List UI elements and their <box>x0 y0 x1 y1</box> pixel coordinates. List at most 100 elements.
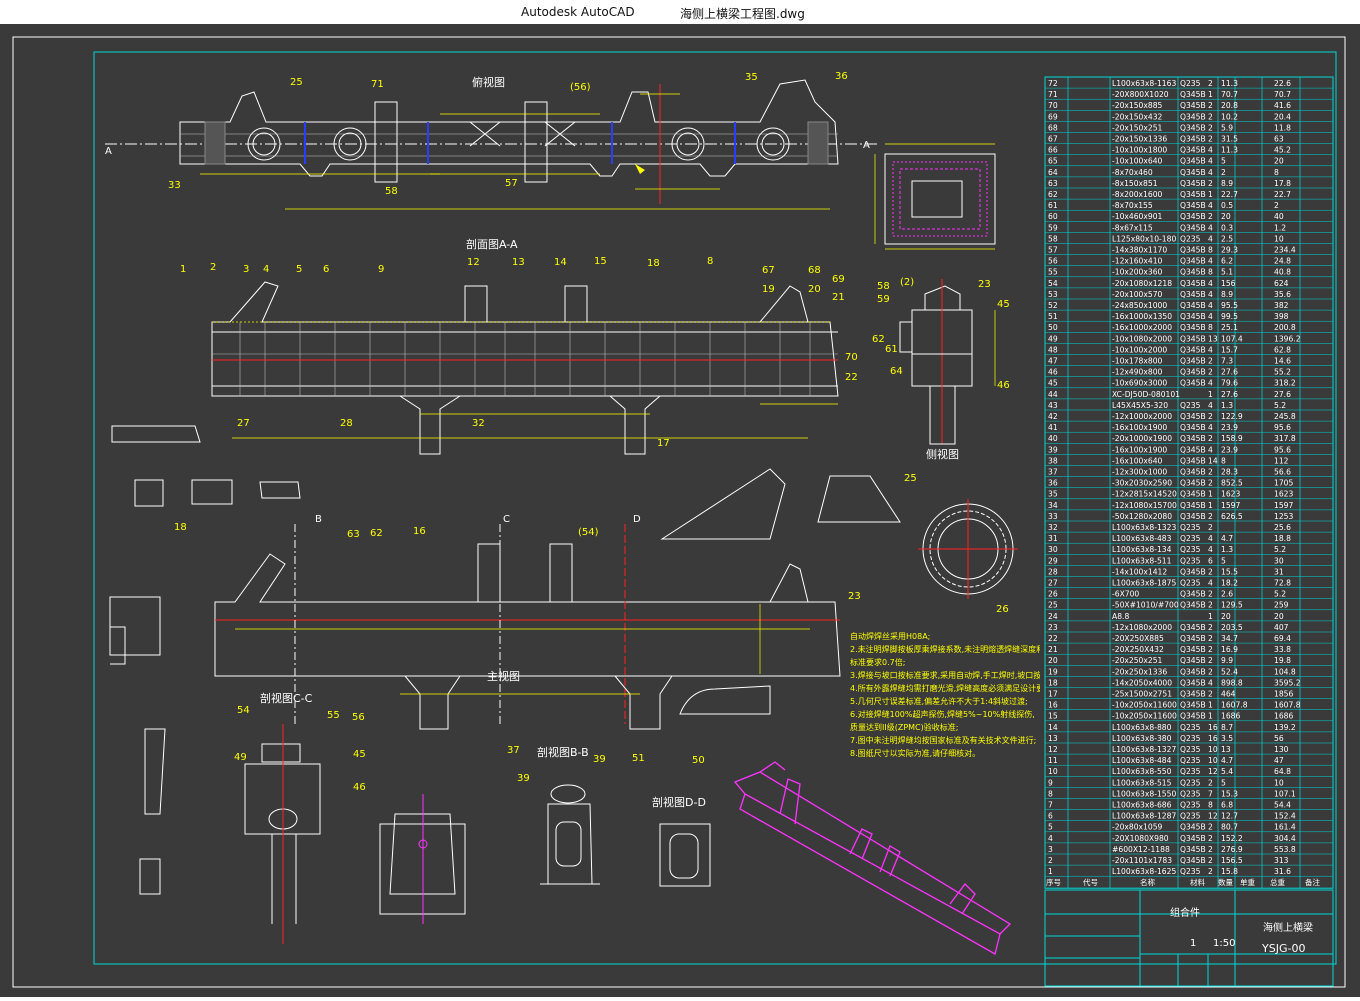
bom-cell: -16x100x1900 <box>1112 423 1167 432</box>
bom-cell: 382 <box>1274 301 1289 310</box>
bom-cell: 52 <box>1048 301 1058 310</box>
bom-cell: 69 <box>1048 112 1058 121</box>
bom-cell: 2 <box>1208 645 1213 654</box>
bom-cell: Q345B <box>1180 834 1206 843</box>
bom-cell: Q345B <box>1180 90 1206 99</box>
bom-cell: -8x70x460 <box>1112 168 1153 177</box>
bom-cell: 64.8 <box>1274 767 1291 776</box>
bom-cell: 7.3 <box>1221 357 1233 366</box>
bom-cell: 2 <box>1208 601 1213 610</box>
bom-cell: Q345B <box>1180 823 1206 832</box>
bom-cell: 8.9 <box>1221 179 1233 188</box>
bom-cell: 27.6 <box>1221 390 1238 399</box>
bom-cell: 1396.2 <box>1274 334 1301 343</box>
bom-cell: -16x1000x1350 <box>1112 312 1172 321</box>
bom-cell: -12x1080x15700 <box>1112 501 1177 510</box>
bom-cell: 107.4 <box>1221 334 1243 343</box>
bom-cell: 553.8 <box>1274 845 1296 854</box>
bom-cell: 60 <box>1048 212 1058 221</box>
bom-cell: L100x63x8-1550 <box>1112 789 1176 798</box>
bom-cell: Q235 <box>1180 79 1201 88</box>
bom-cell: 304.4 <box>1274 834 1296 843</box>
bom-cell: 1623 <box>1274 490 1293 499</box>
bom-cell: 31.6 <box>1274 867 1291 876</box>
bom-cell: 2 <box>1208 778 1213 787</box>
bom-cell: 33.8 <box>1274 645 1291 654</box>
bom-cell: 45.2 <box>1274 146 1291 155</box>
bom-cell: 4 <box>1208 146 1213 155</box>
bom-cell: 37 <box>1048 468 1058 477</box>
bom-cell: 1 <box>1208 612 1213 621</box>
bom-cell: 70.7 <box>1274 90 1291 99</box>
bom-cell: 19 <box>1048 667 1058 676</box>
bom-cell: 130 <box>1274 745 1289 754</box>
bom-cell: 3.5 <box>1221 734 1233 743</box>
bom-cell: -12x300x1000 <box>1112 468 1167 477</box>
bom-cell: -10x690x3000 <box>1112 379 1167 388</box>
bom-cell: 64 <box>1048 168 1058 177</box>
bom-cell: 2 <box>1221 168 1226 177</box>
section-dd-view <box>659 823 711 887</box>
bom-cell: -20x1000x1900 <box>1112 434 1172 443</box>
bom-cell: 2 <box>1208 101 1213 110</box>
bom-cell: 34 <box>1048 501 1058 510</box>
bom-cell: 12 <box>1208 812 1218 821</box>
bom-cell: 65 <box>1048 157 1058 166</box>
window-titlebar: Autodesk AutoCAD 海侧上横梁工程图.dwg <box>0 0 1360 24</box>
bom-cell: Q345B <box>1180 301 1206 310</box>
bom-cell: L100x63x8-550 <box>1112 767 1172 776</box>
bom-cell: 36 <box>1048 479 1058 488</box>
bom-cell: 2 <box>1208 590 1213 599</box>
bom-cell: -30x2030x2590 <box>1112 479 1172 488</box>
bom-cell: 2 <box>1208 123 1213 132</box>
bom-cell: 56.6 <box>1274 468 1291 477</box>
bom-cell: Q235 <box>1180 745 1201 754</box>
bom-cell: L45X45X5-320 <box>1112 401 1168 410</box>
bom-cell: 16.9 <box>1221 645 1238 654</box>
app-title: Autodesk AutoCAD <box>521 5 635 19</box>
bom-cell: 2 <box>1048 856 1053 865</box>
bom-cell: 1 <box>1208 490 1213 499</box>
bom-cell: -14x2050x4000 <box>1112 678 1172 687</box>
bom-cell: Q345B <box>1180 112 1206 121</box>
bom-cell: 56 <box>1274 734 1284 743</box>
bom-cell: 66 <box>1048 146 1058 155</box>
bom-cell: Q345B <box>1180 567 1206 576</box>
bom-cell: 7 <box>1208 789 1213 798</box>
section-cc-view <box>244 724 321 944</box>
bom-cell: 57 <box>1048 246 1058 255</box>
bom-cell: 4 <box>1208 223 1213 232</box>
bom-cell: 9.9 <box>1221 656 1233 665</box>
bom-cell: 39 <box>1048 445 1058 454</box>
bom-cell: 95.6 <box>1274 445 1291 454</box>
bom-cell: -10x460x901 <box>1112 212 1163 221</box>
bom-cell: 69.4 <box>1274 634 1291 643</box>
cad-drawing[interactable]: 72 L100x63x8-1163 Q235 2 11.3 22.671 -20X800X1… <box>0 24 1360 997</box>
flange-detail <box>918 499 1018 599</box>
bom-cell: 4 <box>1208 168 1213 177</box>
bom-cell: 4 <box>1208 545 1213 554</box>
bom-cell: 38 <box>1048 456 1058 465</box>
bom-cell: -20X250X885 <box>1112 634 1164 643</box>
bom-cell: Q345B <box>1180 490 1206 499</box>
bom-cell: -20x250x1336 <box>1112 667 1167 676</box>
bom-cell: 42 <box>1048 412 1058 421</box>
bom-cell: 20 <box>1274 157 1284 166</box>
front-view <box>214 524 841 730</box>
bom-cell: 2 <box>1208 112 1213 121</box>
bom-cell: -12x160x410 <box>1112 257 1163 266</box>
bom-cell: 41 <box>1048 423 1058 432</box>
bom-cell: -20x150x885 <box>1112 101 1163 110</box>
bom-cell: 68 <box>1048 123 1058 132</box>
bom-cell: 17 <box>1048 690 1058 699</box>
bom-cell: 12 <box>1208 767 1218 776</box>
bill-of-materials-table: 72 L100x63x8-1163 Q235 2 11.3 22.671 -20X800X1… <box>1044 76 1334 889</box>
bom-cell: Q345B <box>1180 701 1206 710</box>
bom-cell: -20x250x251 <box>1112 656 1163 665</box>
bom-cell: 24.8 <box>1274 257 1291 266</box>
bom-header-cell: 名称 <box>1140 877 1156 887</box>
bom-cell: Q345B <box>1180 623 1206 632</box>
drawing-canvas[interactable]: 72 L100x63x8-1163 Q235 2 11.3 22.6 71 -20X800X1… <box>0 24 1360 997</box>
bom-cell: 10 <box>1208 745 1218 754</box>
bom-cell: L100x63x8-1625 <box>1112 867 1176 876</box>
